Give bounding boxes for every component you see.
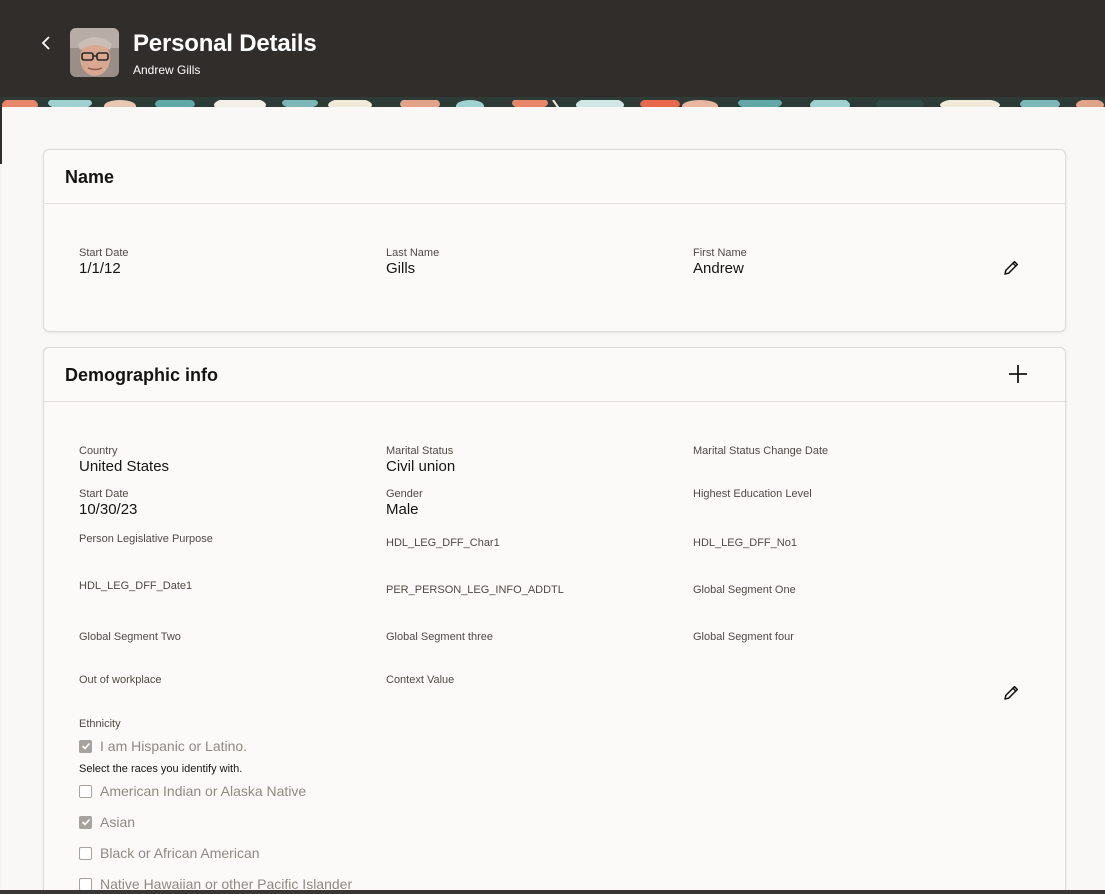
plus-icon — [1009, 365, 1027, 383]
demographic-start-date-field: Start Date 10/30/23 — [79, 488, 138, 518]
global-segment-two-field: Global Segment Two — [79, 631, 181, 643]
window-bottom-edge — [0, 890, 1105, 894]
marital-status-field: Marital Status Civil union — [386, 445, 456, 475]
race-option-asian[interactable]: Asian — [79, 814, 135, 830]
demographic-card: Demographic info Country United States M… — [43, 347, 1066, 894]
name-section-title: Name — [65, 167, 115, 187]
hispanic-checkbox[interactable] — [79, 739, 92, 753]
per-person-leg-info-addtl-field: PER_PERSON_LEG_INFO_ADDTL — [386, 584, 564, 596]
back-button[interactable] — [36, 32, 58, 54]
demographic-card-header: Demographic info — [44, 348, 1065, 402]
edit-name-button[interactable] — [999, 256, 1023, 280]
global-segment-three-field: Global Segment three — [386, 631, 494, 643]
race-option-black[interactable]: Black or African American — [79, 845, 260, 861]
ethnicity-label: Ethnicity — [79, 718, 121, 730]
start-date-field: Start Date 1/1/12 — [79, 247, 129, 277]
hispanic-checkbox-row[interactable]: I am Hispanic or Latino. — [79, 738, 247, 754]
country-field: Country United States — [79, 445, 170, 475]
context-value-field: Context Value — [386, 674, 455, 686]
hdl-leg-dff-no1-field: HDL_LEG_DFF_No1 — [693, 537, 797, 549]
pacific-islander-checkbox[interactable] — [79, 877, 92, 891]
hdl-leg-dff-date1-field: HDL_LEG_DFF_Date1 — [79, 580, 193, 592]
race-option-american-indian[interactable]: American Indian or Alaska Native — [79, 783, 306, 799]
pencil-icon — [1004, 260, 1019, 275]
name-card: Name Start Date 1/1/12 Last Name Gills F… — [43, 149, 1066, 332]
marital-status-change-date-field: Marital Status Change Date — [693, 445, 829, 457]
person-name: Andrew Gills — [133, 63, 201, 77]
chevron-left-icon — [41, 36, 50, 50]
gender-field: Gender Male — [386, 488, 423, 518]
asian-checkbox[interactable] — [79, 815, 92, 829]
add-demographic-button[interactable] — [1006, 362, 1030, 386]
avatar — [70, 28, 119, 77]
hispanic-checkbox-label: I am Hispanic or Latino. — [100, 738, 248, 754]
out-of-workplace-field: Out of workplace — [79, 674, 162, 686]
edit-demographic-button[interactable] — [999, 681, 1023, 705]
highest-education-level-field: Highest Education Level — [693, 488, 812, 500]
last-name-field: Last Name Gills — [386, 247, 440, 277]
name-card-header: Name — [44, 150, 1065, 204]
global-segment-four-field: Global Segment four — [693, 631, 794, 643]
demographic-section-title: Demographic info — [65, 365, 219, 385]
black-checkbox[interactable] — [79, 846, 92, 860]
page-title: Personal Details — [133, 30, 317, 57]
first-name-field: First Name Andrew — [693, 247, 747, 277]
checkmark-icon — [81, 818, 90, 826]
global-segment-one-field: Global Segment One — [693, 584, 796, 596]
races-prompt: Select the races you identify with. — [79, 763, 243, 775]
pencil-icon — [1004, 685, 1019, 700]
hdl-leg-dff-char1-field: HDL_LEG_DFF_Char1 — [386, 537, 500, 549]
american-indian-checkbox[interactable] — [79, 784, 92, 798]
decorative-banner — [0, 97, 1105, 107]
page-header: Personal Details Andrew Gills — [0, 0, 1105, 97]
checkmark-icon — [81, 742, 90, 750]
person-legislative-purpose-field: Person Legislative Purpose — [79, 533, 213, 545]
